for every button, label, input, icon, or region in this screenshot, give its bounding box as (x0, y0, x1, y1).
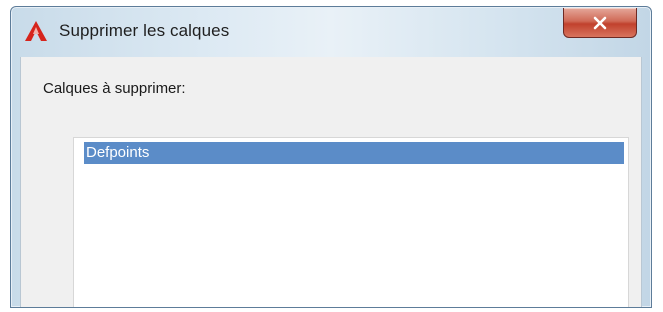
close-icon (592, 16, 608, 30)
layer-list-item[interactable]: Defpoints (84, 142, 624, 164)
layers-listbox[interactable]: Defpoints (73, 137, 629, 307)
autocad-app-icon[interactable] (25, 21, 47, 41)
layers-list-label: Calques à supprimer: (43, 80, 186, 97)
dialog-body: Calques à supprimer: Defpoints (20, 57, 642, 307)
close-button[interactable] (563, 8, 637, 38)
window-title: Supprimer les calques (59, 21, 230, 40)
dialog-window: Supprimer les calques Calques à supprime… (10, 6, 652, 308)
title-bar[interactable]: Supprimer les calques (11, 7, 651, 51)
